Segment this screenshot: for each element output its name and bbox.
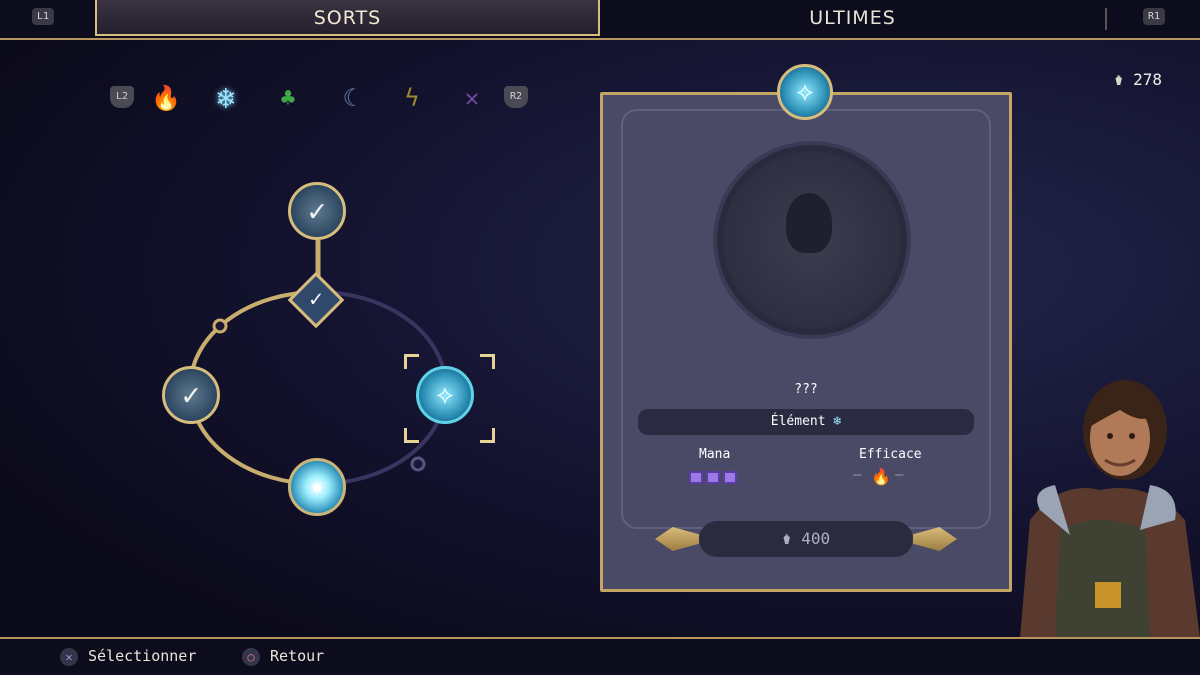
purchase-cost-button[interactable]: ⚱ 400	[699, 521, 913, 557]
skill-tree: ✓ ✓ ✓ ⟡ ✷	[150, 170, 510, 530]
tab-sorts[interactable]: SORTS	[95, 0, 600, 36]
tab-bar: L1 SORTS ULTIMES R1	[0, 0, 1200, 40]
nature-element-icon[interactable]: ♣	[270, 80, 306, 116]
spell-node-right-selected[interactable]: ⟡	[416, 366, 474, 424]
tab-ultimes[interactable]: ULTIMES	[605, 0, 1100, 36]
spell-node-left[interactable]: ✓	[162, 366, 220, 424]
r1-button-hint: R1	[1143, 8, 1165, 25]
fire-element-icon[interactable]: 🔥	[148, 80, 184, 116]
unknown-silhouette	[786, 193, 832, 253]
back-label: Retour	[270, 647, 325, 665]
mana-cost-pips	[689, 469, 740, 488]
cost-value: 400	[801, 529, 831, 548]
void-element-icon[interactable]: ✕	[454, 80, 490, 116]
l2-button-hint: L2	[110, 86, 134, 108]
ice-element-icon[interactable]: ❄	[208, 80, 244, 116]
cross-button-icon: ✕	[60, 647, 78, 666]
selection-corner	[480, 428, 495, 443]
mana-pip	[706, 471, 720, 484]
dash-left: –	[853, 467, 862, 483]
cost-ornament-left	[655, 527, 699, 551]
selection-corner	[480, 354, 495, 369]
currency-counter: ⚱ 278	[1114, 70, 1162, 89]
spell-node-top[interactable]: ✓	[288, 182, 346, 240]
essence-bag-icon: ⚱	[781, 529, 792, 548]
spell-header-icon: ⟡	[777, 64, 833, 120]
lightning-element-icon[interactable]: ϟ	[394, 80, 430, 116]
element-row: Élément ❄	[638, 409, 974, 435]
mana-pip	[723, 471, 737, 484]
check-icon: ✓	[181, 377, 201, 413]
check-icon: ✓	[309, 287, 323, 312]
check-icon: ✓	[307, 193, 327, 229]
character-portrait	[1020, 380, 1200, 638]
tab-separator	[1105, 8, 1107, 30]
ice-element-icon: ❄	[833, 414, 842, 429]
selection-corner	[404, 428, 419, 443]
cost-ornament-right	[913, 527, 957, 551]
fire-element-icon: 🔥	[871, 467, 891, 486]
currency-value: 278	[1133, 70, 1162, 89]
efficace-label: Efficace	[859, 447, 922, 462]
back-hint: ○ Retour	[242, 647, 324, 666]
selection-corner	[404, 354, 419, 369]
element-label: Élément	[770, 414, 826, 429]
select-label: Sélectionner	[88, 647, 197, 665]
circle-button-icon: ○	[242, 647, 260, 666]
l1-button-hint: L1	[32, 8, 54, 25]
r2-button-hint: R2	[504, 86, 528, 108]
spell-name: ???	[794, 382, 818, 397]
mana-label: Mana	[699, 447, 731, 462]
essence-bag-icon: ⚱	[1113, 70, 1124, 89]
mana-pip	[689, 471, 703, 484]
spell-detail-panel: ??? Élément ❄ Mana Efficace – 🔥 – ⚱ 400	[600, 92, 1012, 592]
spell-portrait	[713, 141, 911, 339]
select-hint: ✕ Sélectionner	[60, 647, 196, 666]
wind-element-icon[interactable]: ☾	[332, 80, 368, 116]
control-hints-bar: ✕ Sélectionner ○ Retour	[0, 637, 1200, 675]
spell-node-bottom[interactable]: ✷	[288, 458, 346, 516]
dash-right: –	[895, 467, 904, 483]
